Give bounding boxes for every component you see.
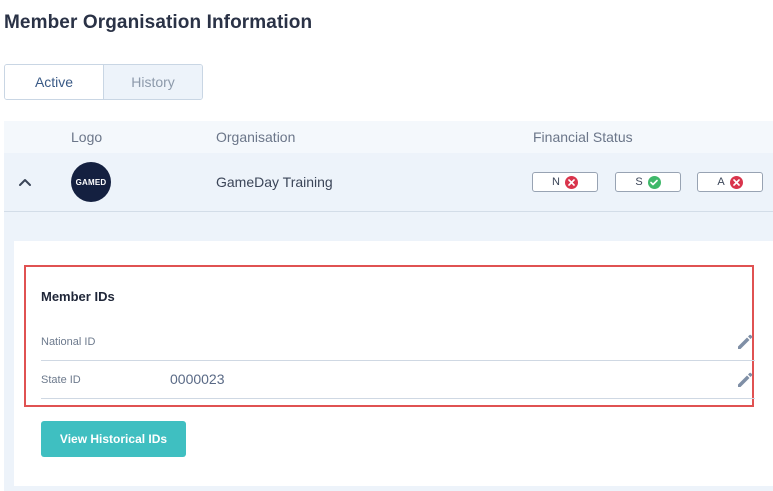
organisation-table: Logo Organisation Financial Status GAMED… <box>4 121 773 491</box>
cross-icon <box>564 175 578 189</box>
view-historical-ids-button[interactable]: View Historical IDs <box>41 421 186 457</box>
status-letter: A <box>717 176 725 188</box>
tab-active[interactable]: Active <box>5 65 104 99</box>
organisation-name: GameDay Training <box>216 174 333 190</box>
cross-icon <box>729 175 743 189</box>
tab-group: Active History <box>4 64 203 100</box>
financial-status-s: S <box>615 172 681 192</box>
organisation-logo: GAMED <box>71 162 111 202</box>
header-financial-status: Financial Status <box>533 129 633 145</box>
table-header: Logo Organisation Financial Status <box>4 121 773 153</box>
header-logo: Logo <box>71 129 103 145</box>
state-id-label: State ID <box>41 374 81 386</box>
national-id-label: National ID <box>41 336 96 348</box>
check-icon <box>647 175 661 189</box>
status-letter: S <box>635 176 643 188</box>
tab-history[interactable]: History <box>104 65 202 99</box>
state-id-row: State ID 0000023 <box>41 361 755 399</box>
national-id-row: National ID <box>41 323 755 361</box>
financial-status-a: A <box>697 172 763 192</box>
logo-text: GAMED <box>75 177 107 187</box>
header-organisation: Organisation <box>216 129 296 145</box>
edit-pencil-icon[interactable] <box>735 370 755 390</box>
page-title: Member Organisation Information <box>4 12 313 33</box>
state-id-value: 0000023 <box>170 371 225 387</box>
edit-pencil-icon[interactable] <box>735 332 755 352</box>
status-letter: N <box>552 176 560 188</box>
chevron-up-icon[interactable] <box>18 175 32 189</box>
member-ids-panel: Member IDs National ID State ID 0000023 … <box>14 241 773 486</box>
table-row: GAMED GameDay Training N S A <box>4 153 773 212</box>
member-ids-title: Member IDs <box>41 289 115 304</box>
financial-status-n: N <box>532 172 598 192</box>
